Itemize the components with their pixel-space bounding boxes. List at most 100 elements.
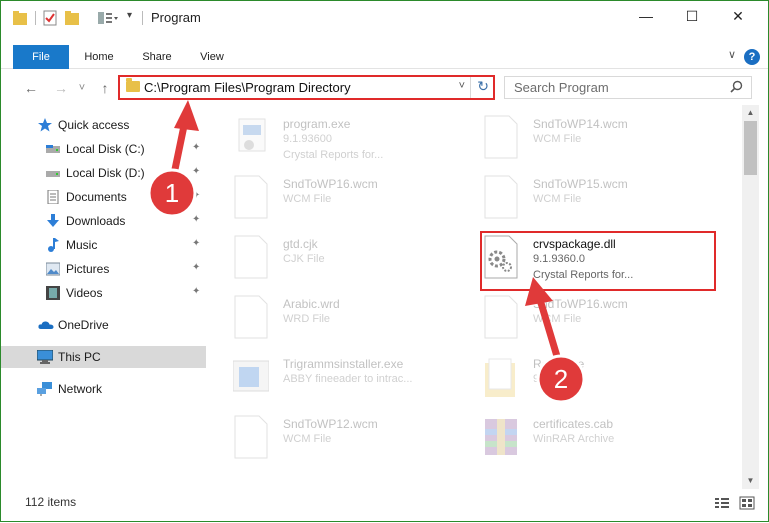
scrollbar-thumb[interactable] <box>744 121 757 175</box>
scroll-down-icon[interactable]: ▼ <box>742 473 759 489</box>
file-item[interactable]: SndToWP12.wcm WCM File <box>209 409 459 465</box>
sidebar-item-label: OneDrive <box>58 318 109 332</box>
expand-ribbon-icon[interactable]: ∨ <box>728 48 736 61</box>
winrar-icon <box>485 419 517 455</box>
file-item[interactable]: certificates.cab WinRAR Archive <box>459 409 709 465</box>
back-button[interactable]: ← <box>21 79 41 97</box>
file-name: certificates.cab <box>533 417 614 431</box>
explorer-window: ▾ Program — ☐ ✕ File Home Share View ∨ ?… <box>0 0 769 522</box>
search-icon[interactable] <box>730 80 743 93</box>
computer-icon <box>37 350 53 364</box>
sidebar-item-label: Videos <box>66 286 103 300</box>
file-item[interactable]: Trigrammsinstaller.exe ABBY fineeader to… <box>209 349 459 405</box>
exe-icon <box>238 118 266 152</box>
sidebar-item-local-disk-c[interactable]: Local Disk (C:) ✦ <box>1 138 206 160</box>
file-type: CJK File <box>283 253 325 265</box>
sidebar-item-label: Local Disk (D:) <box>66 166 145 180</box>
maximize-button[interactable]: ☐ <box>669 1 715 31</box>
file-icon <box>484 175 518 219</box>
address-bar[interactable]: C:\Program Files\Program Directory ˅ ↻ <box>118 75 495 100</box>
folder-icon <box>13 10 27 26</box>
recent-locations-button[interactable]: ˅ <box>75 79 89 97</box>
file-name: SndToWP14.wcm <box>533 117 628 131</box>
search-input[interactable]: Search Program <box>514 80 609 95</box>
file-icon <box>234 235 268 279</box>
divider <box>35 11 36 25</box>
refresh-icon[interactable]: ↻ <box>477 78 489 95</box>
tab-view[interactable]: View <box>189 45 235 69</box>
title-bar: ▾ Program — ☐ ✕ <box>1 1 768 35</box>
file-icon <box>484 295 518 339</box>
pictures-icon <box>46 262 60 276</box>
sidebar-item-downloads[interactable]: Downloads ✦ <box>1 210 206 232</box>
large-icons-view-icon[interactable] <box>739 496 755 510</box>
file-description: Crystal Reports for... <box>283 149 384 161</box>
sidebar-item-quick-access[interactable]: Quick access <box>1 114 206 136</box>
pin-icon: ✦ <box>192 238 201 249</box>
ribbon: File Home Share View ∨ ? <box>1 45 768 69</box>
file-version: 9.1.9360.0 <box>533 373 585 385</box>
file-name: gtd.cjk <box>283 237 318 251</box>
sidebar-item-onedrive[interactable]: OneDrive <box>1 314 206 336</box>
details-view-icon[interactable] <box>714 496 730 510</box>
sidebar-item-label: Quick access <box>58 118 130 132</box>
file-icon <box>234 295 268 339</box>
file-item[interactable]: SndToWP14.wcm WCM File <box>459 109 709 165</box>
tab-share[interactable]: Share <box>133 45 181 69</box>
file-type: WinRAR Archive <box>533 433 615 445</box>
file-item[interactable]: SndToWP16.wcm WCM File <box>209 169 459 225</box>
forward-button[interactable]: → <box>51 79 71 97</box>
new-folder-icon[interactable] <box>65 10 79 26</box>
file-item[interactable]: Resource 9.1.9360.0 <box>459 349 709 405</box>
folder-icon <box>126 78 140 92</box>
folder-doc-icon <box>485 358 515 397</box>
minimize-button[interactable]: — <box>623 1 669 31</box>
file-name: SndToWP16.wcm <box>283 177 378 191</box>
properties-icon[interactable] <box>43 10 57 26</box>
file-icon <box>234 415 268 459</box>
address-path[interactable]: C:\Program Files\Program Directory <box>144 80 351 95</box>
sidebar-item-music[interactable]: Music ✦ <box>1 234 206 256</box>
sidebar-item-label: Music <box>66 238 98 252</box>
sidebar-item-videos[interactable]: Videos ✦ <box>1 282 206 304</box>
pin-icon: ✦ <box>192 214 201 225</box>
sidebar-item-local-disk-d[interactable]: Local Disk (D:) ✦ <box>1 162 206 184</box>
pin-icon: ✦ <box>192 286 201 297</box>
help-icon[interactable]: ? <box>744 49 760 65</box>
search-box[interactable]: Search Program <box>504 76 752 99</box>
file-item[interactable]: gtd.cjk CJK File <box>209 229 459 285</box>
customize-icon[interactable] <box>97 10 119 26</box>
item-count: 112 items <box>25 495 77 509</box>
sidebar-item-label: Local Disk (C:) <box>66 142 145 156</box>
file-type: WCM File <box>283 193 332 205</box>
sidebar-item-label: This PC <box>58 350 101 364</box>
tab-home[interactable]: Home <box>75 45 123 69</box>
star-icon <box>38 118 52 132</box>
qa-dropdown-icon[interactable]: ▾ <box>127 10 137 26</box>
sidebar-item-this-pc[interactable]: This PC <box>1 346 206 368</box>
documents-icon <box>47 190 59 204</box>
drive-icon <box>46 145 60 153</box>
address-dropdown-icon[interactable]: ˅ <box>459 80 465 92</box>
pin-icon: ✦ <box>192 262 201 273</box>
file-item[interactable]: SndToWP16.wcm WCM File <box>459 289 709 345</box>
up-button[interactable]: ↑ <box>95 79 115 97</box>
close-button[interactable]: ✕ <box>715 1 761 31</box>
file-item[interactable]: program.exe 9.1.93600 Crystal Reports fo… <box>209 109 459 165</box>
vertical-scrollbar[interactable]: ▲ ▼ <box>742 105 759 489</box>
file-item[interactable]: SndToWP15.wcm WCM File <box>459 169 709 225</box>
file-item[interactable]: Arabic.wrd WRD File <box>209 289 459 345</box>
tab-file[interactable]: File <box>13 45 69 69</box>
sidebar-item-label: Downloads <box>66 214 126 228</box>
sidebar-item-pictures[interactable]: Pictures ✦ <box>1 258 206 280</box>
network-icon <box>37 382 52 396</box>
sidebar-item-documents[interactable]: Documents ✦ <box>1 186 206 208</box>
file-name: SndToWP16.wcm <box>533 297 628 311</box>
sidebar-item-network[interactable]: Network <box>1 378 206 400</box>
scroll-up-icon[interactable]: ▲ <box>742 105 759 121</box>
file-list: program.exe 9.1.93600 Crystal Reports fo… <box>209 105 741 487</box>
pin-icon: ✦ <box>192 166 201 177</box>
navigation-pane: Quick access Local Disk (C:) ✦ Local Dis… <box>1 109 207 489</box>
sidebar-item-label: Pictures <box>66 262 110 276</box>
file-icon <box>484 115 518 159</box>
